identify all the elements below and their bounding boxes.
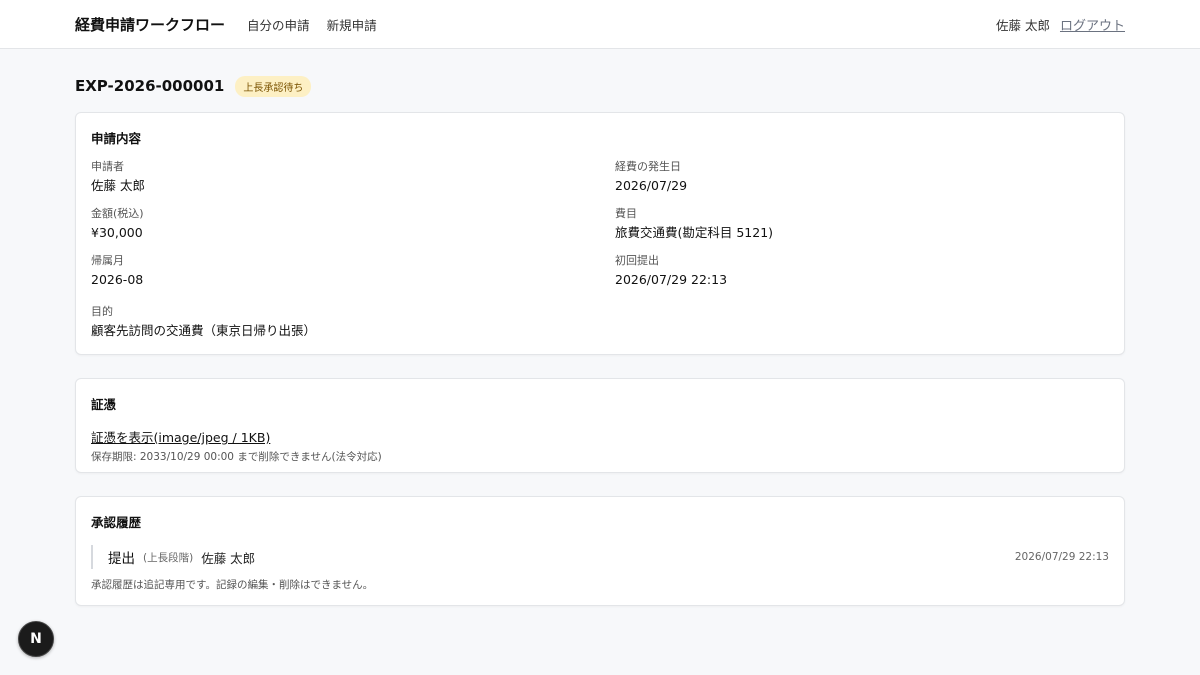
history-heading: 承認履歴 — [91, 515, 142, 530]
first-submitted-value: 2026/07/29 22:13 — [615, 272, 728, 287]
approval-history-card: 承認履歴 提出 (上長段階) 佐藤 太郎 2026/07/29 22:13 承認… — [75, 496, 1125, 606]
period-label: 帰属月 — [91, 254, 124, 267]
status-badge: 上長承認待ち — [235, 75, 312, 97]
request-details-card: 申請内容 申請者 佐藤 太郎 経費の発生日 2026/07/29 金額(税込) … — [75, 112, 1125, 355]
history-entry: 提出 (上長段階) 佐藤 太郎 2026/07/29 22:13 — [91, 545, 1109, 569]
header-user-area: 佐藤 太郎 ログアウト — [996, 15, 1125, 34]
details-heading: 申請内容 — [91, 131, 142, 146]
request-title-row: EXP-2026-000001 上長承認待ち — [75, 75, 1125, 97]
nextjs-dev-indicator-button[interactable]: N — [18, 621, 54, 657]
first-submitted-label: 初回提出 — [615, 254, 659, 267]
field-purpose: 目的 顧客先訪問の交通費（東京日帰り出張） — [91, 305, 1109, 340]
n-logo-icon: N — [30, 631, 42, 647]
field-amount: 金額(税込) ¥30,000 — [91, 207, 615, 254]
main-content: EXP-2026-000001 上長承認待ち 申請内容 申請者 佐藤 太郎 経費… — [0, 75, 1200, 606]
history-user: 佐藤 太郎 — [201, 550, 256, 566]
receipt-card: 証憑 証憑を表示(image/jpeg / 1KB) 保存期限: 2033/10… — [75, 378, 1125, 473]
main-nav: 自分の申請 新規申請 — [247, 15, 389, 34]
applicant-value: 佐藤 太郎 — [91, 178, 145, 193]
view-receipt-link[interactable]: 証憑を表示(image/jpeg / 1KB) — [91, 427, 270, 446]
expense-date-value: 2026/07/29 — [615, 178, 688, 193]
field-expense-date: 経費の発生日 2026/07/29 — [615, 160, 1109, 207]
category-value: 旅費交通費(勘定科目 5121) — [615, 225, 774, 240]
field-first-submitted: 初回提出 2026/07/29 22:13 — [615, 254, 1109, 301]
details-grid: 申請者 佐藤 太郎 経費の発生日 2026/07/29 金額(税込) ¥30,0… — [91, 160, 1109, 301]
history-note: 承認履歴は追記専用です。記録の編集・削除はできません。 — [91, 579, 374, 591]
category-label: 費目 — [615, 207, 637, 220]
retention-note: 保存期限: 2033/10/29 00:00 まで削除できません(法令対応) — [91, 451, 382, 463]
top-header: 経費申請ワークフロー 自分の申請 新規申請 佐藤 太郎 ログアウト — [0, 0, 1200, 49]
history-action: 提出 — [108, 551, 135, 567]
request-id: EXP-2026-000001 — [75, 77, 225, 95]
history-stage: (上長段階) — [143, 551, 194, 564]
field-period: 帰属月 2026-08 — [91, 254, 615, 301]
field-category: 費目 旅費交通費(勘定科目 5121) — [615, 207, 1109, 254]
current-user-name: 佐藤 太郎 — [996, 17, 1050, 33]
amount-value: ¥30,000 — [91, 225, 143, 240]
receipt-heading: 証憑 — [91, 397, 117, 412]
logout-link[interactable]: ログアウト — [1060, 15, 1125, 34]
nav-my-requests[interactable]: 自分の申請 — [247, 18, 310, 33]
history-timestamp: 2026/07/29 22:13 — [1014, 551, 1109, 563]
app-title[interactable]: 経費申請ワークフロー — [75, 14, 225, 35]
purpose-label: 目的 — [91, 305, 113, 318]
period-value: 2026-08 — [91, 272, 144, 287]
field-applicant: 申請者 佐藤 太郎 — [91, 160, 615, 207]
amount-label: 金額(税込) — [91, 207, 144, 220]
expense-date-label: 経費の発生日 — [615, 160, 681, 173]
applicant-label: 申請者 — [91, 160, 124, 173]
nav-new-request[interactable]: 新規申請 — [327, 18, 377, 33]
purpose-value: 顧客先訪問の交通費（東京日帰り出張） — [91, 323, 317, 338]
